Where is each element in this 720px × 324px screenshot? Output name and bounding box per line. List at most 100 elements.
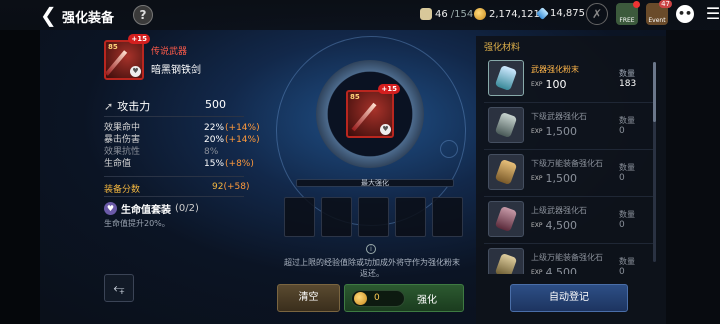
attack-label: 攻击力 <box>117 100 151 113</box>
stamina-counter[interactable]: 46/154 <box>420 8 473 20</box>
enhance-stone-icon <box>488 107 524 143</box>
stat-value: 8% <box>204 147 219 157</box>
sword-stat-icon: ➚ <box>104 100 114 113</box>
share-button[interactable]: ⥆ <box>104 274 134 302</box>
stat-value: 22% <box>204 123 225 133</box>
material-row[interactable]: 下级万能装备强化石 EXP 1,500 数量 0 <box>484 150 654 197</box>
gold-counter[interactable]: 2,174,121 <box>474 8 540 20</box>
set-bonus-row: ♥ 生命值套装 (0/2) <box>104 201 199 216</box>
material-row[interactable]: 上级武器强化石 EXP 4,500 数量 0 <box>484 197 654 244</box>
scrollbar-thumb[interactable] <box>653 62 656 122</box>
page-title: 强化装备 <box>62 11 115 26</box>
gem-icon <box>536 7 549 20</box>
free-shop-button[interactable]: FREE <box>616 1 640 25</box>
item-card[interactable]: 85 +15 ♥ <box>104 34 150 80</box>
enhance-stone-icon <box>488 154 524 190</box>
material-row[interactable]: 下级武器强化石 EXP 1,500 数量 0 <box>484 103 654 150</box>
exp-icon: EXP <box>531 222 543 229</box>
enhance-badge: +15 <box>128 34 150 44</box>
materials-list[interactable]: 武器强化粉末 EXP 100 数量 183 下级武器强化石 EXP 1,500 数量… <box>484 56 654 274</box>
divider <box>104 196 244 197</box>
enhance-stone-icon <box>488 201 524 237</box>
hint-text: 超过上限的经验值除或功加成外将守作为强化粉末返还。 <box>284 258 460 278</box>
exp-value: 1,500 <box>545 125 578 138</box>
item-name: 暗黑钢铁剑 <box>151 65 201 76</box>
gem-amount: 14,875 <box>550 8 585 19</box>
chat-icon[interactable]: •• <box>676 5 694 23</box>
set-count: (0/2) <box>175 203 199 214</box>
enhance-cost: 0 <box>374 293 380 303</box>
auto-register-button[interactable]: 自动登记 <box>510 284 628 312</box>
stat-bonus: (+14%) <box>225 135 260 145</box>
set-description: 生命值提升20%。 <box>104 219 170 228</box>
stat-name: 生命值 <box>104 159 132 169</box>
score-value: 92 <box>212 182 224 192</box>
exp-icon: EXP <box>531 128 543 135</box>
material-name: 下级万能装备强化石 <box>531 159 603 168</box>
stamina-current: 46 <box>435 8 448 20</box>
material-slot[interactable] <box>432 197 463 237</box>
exp-value: 4,500 <box>545 219 578 232</box>
sword-icon <box>351 102 377 132</box>
enhance-button[interactable]: 0 强化 <box>344 284 464 312</box>
stat-row: 效果命中 22% (+14%) <box>104 122 264 134</box>
stat-bonus: (+14%) <box>225 123 260 133</box>
event-button[interactable]: Event 47 <box>646 0 672 25</box>
enhance-screen: ❮ 强化装备 ? 46/154 2,174,121 14,875 ✗ FREE … <box>0 0 720 324</box>
clear-button[interactable]: 清空 <box>277 284 340 312</box>
left-shade <box>0 0 40 324</box>
back-arrow-icon[interactable]: ❮ <box>40 5 60 25</box>
material-slot[interactable] <box>395 197 426 237</box>
help-button[interactable]: ? <box>133 5 153 25</box>
stat-row: 效果抗性 8% <box>104 146 264 158</box>
gold-coin-icon <box>354 292 367 305</box>
stat-list: 效果命中 22% (+14%) 暴击伤害 20% (+14%) 效果抗性 8% … <box>104 122 264 170</box>
info-icon: i <box>366 244 376 254</box>
material-slot[interactable] <box>321 197 352 237</box>
material-row[interactable]: 武器强化粉末 EXP 100 数量 183 <box>484 56 654 103</box>
enhance-label: 强化 <box>417 295 437 306</box>
stat-bonus: (+8%) <box>225 159 254 169</box>
material-slot[interactable] <box>358 197 389 237</box>
menu-icon[interactable]: ☰ <box>702 3 720 25</box>
stat-name: 暴击伤害 <box>104 135 141 145</box>
attack-row: ➚ 攻击力 500 <box>104 98 226 114</box>
material-exp: EXP 4,500 <box>531 266 577 274</box>
material-exp: EXP 1,500 <box>531 125 577 138</box>
stat-value: 20% <box>204 135 225 145</box>
notification-dot <box>633 1 640 8</box>
material-row[interactable]: 上级万能装备强化石 EXP 4,500 数量 0 <box>484 244 654 274</box>
qty-label: 数量 <box>619 69 635 78</box>
material-name: 下级武器强化石 <box>531 112 587 121</box>
material-slot[interactable] <box>284 197 315 237</box>
decorative-circle <box>440 140 458 158</box>
qty-label: 数量 <box>619 116 635 125</box>
event-badge: 47 <box>659 0 672 8</box>
item-level: 85 <box>108 43 118 51</box>
material-slots <box>284 197 463 237</box>
crossed-swords-icon[interactable]: ✗ <box>586 3 608 25</box>
target-item-slot[interactable]: 85 +15 ♥ <box>346 84 400 138</box>
stamina-icon <box>420 8 432 20</box>
divider <box>104 176 244 177</box>
lock-icon: ♥ <box>380 124 391 135</box>
gold-coin-icon <box>474 8 486 20</box>
share-icon: ⥆ <box>113 280 125 296</box>
material-qty: 0 <box>619 267 625 274</box>
gem-counter[interactable]: 14,875 <box>536 7 585 20</box>
item-level: 85 <box>350 93 360 101</box>
exp-icon: EXP <box>531 175 543 182</box>
score-bonus: (+58) <box>223 182 250 192</box>
stamina-max: /154 <box>450 8 474 20</box>
qty-label: 数量 <box>619 210 635 219</box>
qty-label: 数量 <box>619 257 635 266</box>
stat-name: 效果抗性 <box>104 147 141 157</box>
attack-value: 500 <box>205 98 226 111</box>
exp-value: 1,500 <box>545 172 578 185</box>
divider <box>104 116 244 117</box>
lock-icon: ♥ <box>130 66 141 77</box>
qty-label: 数量 <box>619 163 635 172</box>
top-bar: ❮ 强化装备 ? 46/154 2,174,121 14,875 ✗ FREE … <box>0 0 720 30</box>
exp-value: 100 <box>545 78 567 91</box>
event-label: Event <box>648 17 666 24</box>
